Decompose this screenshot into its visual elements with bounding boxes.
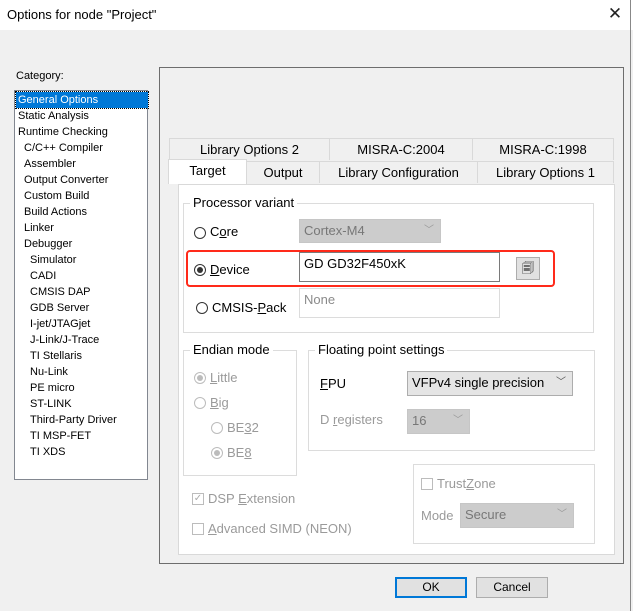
category-item[interactable]: PE micro — [16, 380, 75, 396]
little-label: Little — [210, 370, 238, 385]
category-item[interactable]: General Options — [15, 91, 149, 109]
ok-button[interactable]: OK — [395, 577, 467, 598]
cmsis-pack-radio[interactable] — [196, 302, 208, 314]
floating-point-group: Floating point settings — [308, 342, 595, 451]
trustzone-checkbox — [421, 478, 433, 490]
device-select-button[interactable]: 🗐 — [516, 257, 540, 280]
big-radio — [194, 397, 206, 409]
category-item[interactable]: Simulator — [16, 252, 76, 268]
d-registers-label: D registers — [320, 412, 383, 427]
little-radio — [194, 372, 206, 384]
category-item[interactable]: GDB Server — [16, 300, 89, 316]
tab-row-back: Library Options 2 MISRA-C:2004 MISRA-C:1… — [169, 138, 614, 160]
cmsis-pack-label: CMSIS-Pack — [212, 300, 287, 315]
device-select-icon: 🗐 — [522, 261, 534, 275]
device-input[interactable]: GD GD32F450xK — [299, 252, 500, 282]
category-item[interactable]: Third-Party Driver — [16, 412, 117, 428]
fpu-label: FPU — [320, 376, 347, 391]
cmsis-pack-input: None — [299, 288, 500, 318]
fpu-select[interactable]: VFPv4 single precision ﹀ — [407, 371, 573, 396]
window-border — [630, 0, 631, 611]
mode-label: Mode — [421, 508, 454, 523]
d-registers-select: 16 ﹀ — [407, 409, 470, 434]
core-label: Core — [210, 224, 239, 239]
category-item[interactable]: J-Link/J-Trace — [16, 332, 99, 348]
be32-label: BE32 — [227, 420, 259, 435]
category-label: Category: — [16, 70, 64, 82]
floating-point-label: Floating point settings — [315, 342, 448, 357]
close-icon[interactable]: ✕ — [602, 3, 628, 25]
category-item[interactable]: Output Converter — [16, 172, 108, 188]
category-item[interactable]: Nu-Link — [16, 364, 68, 380]
window-title: Options for node "Project" — [7, 7, 157, 22]
category-item[interactable]: CMSIS DAP — [16, 284, 91, 300]
dsp-extension-checkbox: ✓ — [192, 493, 204, 505]
category-item[interactable]: Assembler — [16, 156, 76, 172]
category-item[interactable]: ST-LINK — [16, 396, 72, 412]
endian-mode-label: Endian mode — [190, 342, 273, 357]
chevron-down-icon: ﹀ — [556, 377, 566, 388]
tab-library-options-2[interactable]: Library Options 2 — [169, 138, 330, 160]
advanced-simd-label: Advanced SIMD (NEON) — [208, 521, 352, 536]
cancel-button[interactable]: Cancel — [476, 577, 548, 598]
chevron-down-icon: ﹀ — [424, 225, 434, 236]
processor-variant-label: Processor variant — [190, 195, 298, 210]
be32-radio — [211, 422, 223, 434]
device-radio[interactable] — [194, 264, 206, 276]
category-item[interactable]: C/C++ Compiler — [16, 140, 103, 156]
category-item[interactable]: Build Actions — [16, 204, 87, 220]
category-item[interactable]: Linker — [16, 220, 54, 236]
core-radio[interactable] — [194, 227, 206, 239]
tab-misra-c-2004[interactable]: MISRA-C:2004 — [329, 138, 473, 160]
tab-library-options-1[interactable]: Library Options 1 — [477, 161, 614, 183]
tab-target[interactable]: Target — [168, 159, 247, 184]
category-item[interactable]: Custom Build — [16, 188, 89, 204]
chevron-down-icon: ﹀ — [453, 415, 463, 426]
mode-select: Secure ﹀ — [460, 503, 574, 528]
tab-library-configuration[interactable]: Library Configuration — [319, 161, 478, 183]
category-item[interactable]: TI MSP-FET — [16, 428, 91, 444]
category-item[interactable]: Debugger — [16, 236, 72, 252]
advanced-simd-checkbox — [192, 523, 204, 535]
big-label: Big — [210, 395, 229, 410]
category-item[interactable]: TI XDS — [16, 444, 65, 460]
category-list[interactable]: General Options Static Analysis Runtime Ch… — [14, 90, 149, 480]
tab-row-front: Target Output Library Configuration Libr… — [168, 159, 614, 184]
category-item[interactable]: I-jet/JTAGjet — [16, 316, 90, 332]
tab-misra-c-1998[interactable]: MISRA-C:1998 — [472, 138, 614, 160]
device-label: Device — [210, 262, 250, 277]
chevron-down-icon: ﹀ — [557, 509, 567, 520]
category-item[interactable]: CADI — [16, 268, 56, 284]
category-item[interactable]: TI Stellaris — [16, 348, 82, 364]
core-select: Cortex-M4 ﹀ — [299, 219, 441, 243]
category-item[interactable]: Static Analysis — [16, 108, 89, 124]
be8-radio — [211, 447, 223, 459]
tab-output[interactable]: Output — [246, 161, 320, 183]
trustzone-label: TrustZone — [437, 476, 496, 491]
be8-label: BE8 — [227, 445, 252, 460]
dsp-extension-label: DSP Extension — [208, 491, 296, 506]
category-item[interactable]: Runtime Checking — [16, 124, 108, 140]
